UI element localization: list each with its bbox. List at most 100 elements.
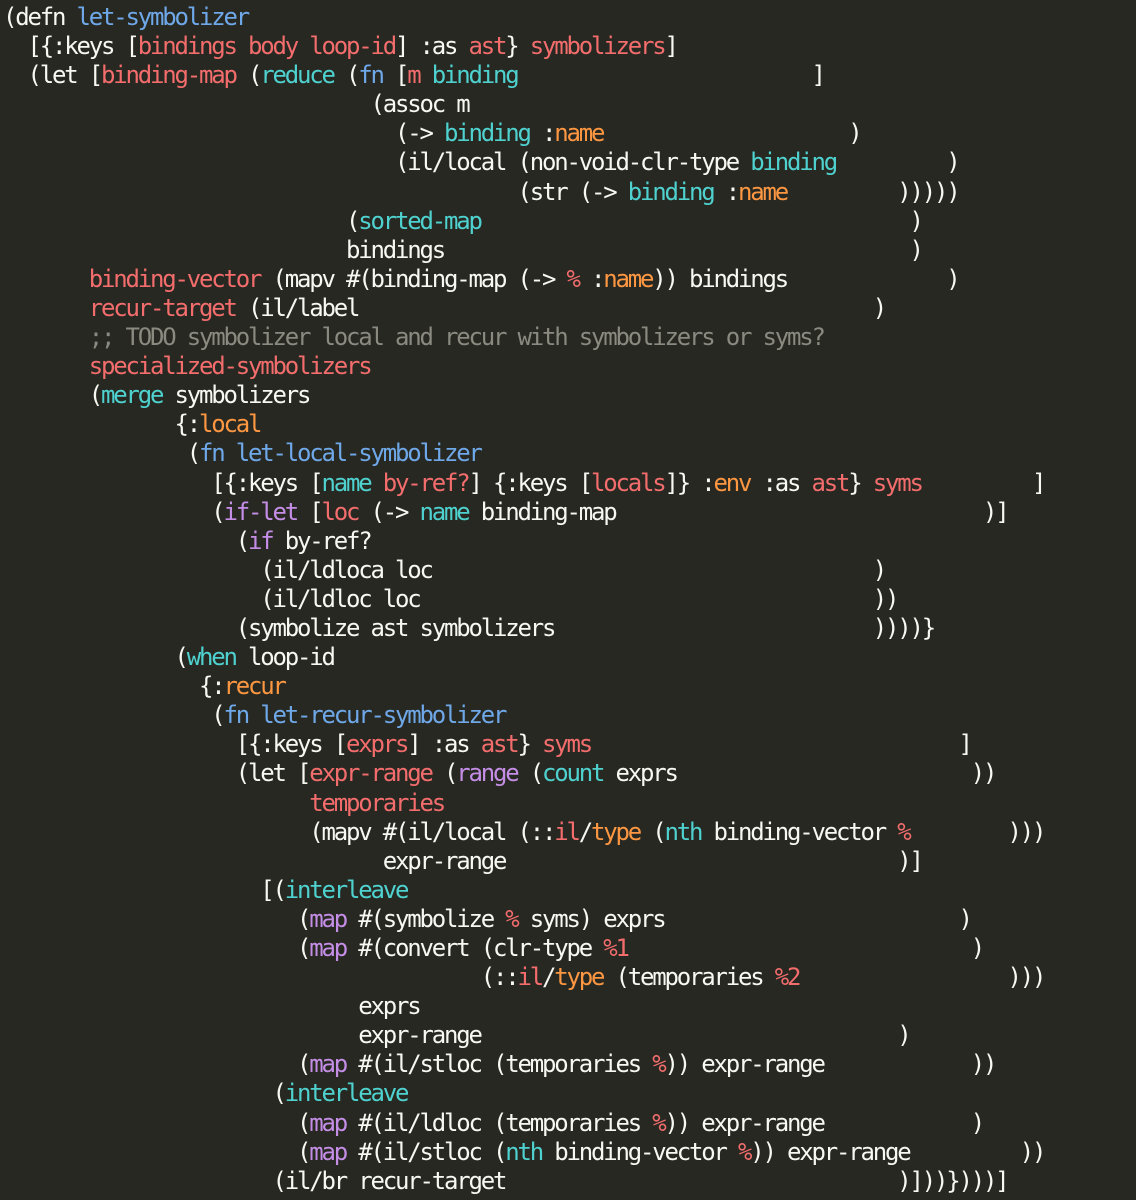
code-line[interactable]: {:local — [3, 410, 1044, 439]
code-token: syms — [872, 468, 924, 497]
code-line[interactable]: specialized-symbolizers — [3, 352, 1044, 381]
code-token: map — [309, 1050, 348, 1079]
code-token: count — [541, 759, 605, 788]
code-token: ( — [3, 701, 225, 730]
code-token: bindings body loop-id — [137, 32, 397, 61]
code-token: locals — [590, 468, 667, 497]
code-token: when — [186, 643, 238, 672]
code-token: [{:keys [ — [3, 730, 348, 759]
code-token: ( — [235, 61, 262, 90]
code-line[interactable]: (il/ldloca loc ) — [3, 556, 1044, 585]
code-token: } — [505, 32, 530, 61]
code-line[interactable]: (str (-> binding :name ))))) — [3, 178, 1044, 207]
code-token: ] :as — [394, 32, 469, 61]
code-line[interactable]: [{:keys [name by-ref?] {:keys [locals]} … — [3, 468, 1046, 498]
code-line[interactable]: exprs — [3, 992, 1044, 1021]
code-line[interactable]: bindings ) — [3, 236, 1044, 265]
code-token: (il/ldloca loc ) — [3, 555, 887, 584]
code-token: % — [897, 817, 911, 846]
code-content[interactable]: (defn let-symbolizer [{:keys [bindings b… — [3, 3, 1047, 1196]
code-line[interactable]: binding-vector (mapv #(binding-map (-> %… — [3, 265, 1044, 294]
code-line[interactable]: temporaries — [3, 789, 1044, 818]
code-token: % — [652, 1108, 666, 1137]
code-line[interactable]: expr-range )] — [3, 847, 1044, 876]
code-line[interactable]: (interleave — [3, 1079, 1044, 1108]
code-line[interactable]: [(interleave — [3, 876, 1044, 905]
code-line[interactable]: (il/ldloc loc )) — [3, 585, 1044, 614]
code-line[interactable]: (sorted-map ) — [3, 207, 1044, 236]
code-line[interactable]: (map #(il/ldloc (temporaries %)) expr-ra… — [3, 1109, 1044, 1138]
code-token: #(il/stloc ( — [345, 1137, 507, 1166]
code-line[interactable]: [{:keys [exprs] :as ast} syms ] — [3, 730, 1044, 759]
code-token: expr-range )] — [3, 846, 924, 875]
code-line[interactable]: (map #(il/stloc (temporaries %)) expr-ra… — [3, 1050, 1044, 1079]
code-line[interactable]: (map #(symbolize % syms) exprs ) — [3, 905, 1044, 934]
code-token: (il/br recur-target )]))})))] — [3, 1166, 1009, 1195]
code-token: nth — [664, 817, 703, 846]
code-token: type — [590, 817, 642, 846]
code-token: ) — [627, 934, 985, 962]
code-line[interactable]: (-> binding :name ) — [3, 119, 1044, 148]
code-token: expr-range — [309, 759, 434, 788]
code-line[interactable]: (merge symbolizers — [3, 381, 1044, 410]
code-token: (:: — [3, 963, 520, 992]
code-token: ( — [3, 1137, 311, 1166]
code-line[interactable]: recur-target (il/label ) — [3, 294, 1044, 323]
code-line[interactable]: (when loop-id — [3, 643, 1044, 672]
code-editor[interactable]: (defn let-symbolizer [{:keys [bindings b… — [0, 0, 1136, 1200]
code-line[interactable]: (il/br recur-target )]))})))] — [3, 1167, 1044, 1196]
code-line[interactable]: (if by-ref? — [3, 527, 1044, 556]
code-token: let-local-symbolizer — [235, 439, 483, 468]
code-token: )) expr-range )) — [750, 1137, 1046, 1166]
code-token: binding — [443, 119, 532, 148]
code-line[interactable]: [{:keys [bindings body loop-id] :as ast}… — [3, 32, 1044, 61]
code-token: ast — [468, 32, 507, 61]
code-token: ( — [3, 1079, 286, 1108]
code-token: ))) — [799, 963, 1046, 992]
code-token: local — [199, 410, 262, 439]
code-token: : — [529, 119, 556, 148]
code-line[interactable]: (fn let-recur-symbolizer — [3, 701, 1044, 730]
code-token: (-> — [358, 497, 420, 526]
code-line[interactable]: (assoc m — [3, 90, 1044, 119]
code-token: ( — [333, 61, 360, 90]
code-token: m — [407, 61, 421, 90]
code-line[interactable]: (mapv #(il/local (::il/type (nth binding… — [3, 817, 1046, 847]
code-line[interactable]: expr-range ) — [3, 1021, 1044, 1050]
code-token: by-ref? — [382, 468, 471, 497]
code-line[interactable]: (::il/type (temporaries %2 ))) — [3, 963, 1047, 992]
code-token: ( — [3, 381, 103, 410]
code-token: exprs — [3, 992, 421, 1021]
code-token: loc — [321, 497, 361, 526]
code-line[interactable]: ;; TODO symbolizer local and recur with … — [3, 323, 1044, 352]
code-token: binding — [750, 148, 838, 177]
code-token: % — [566, 264, 580, 293]
code-token: type — [554, 963, 605, 992]
code-line[interactable]: (defn let-symbolizer — [3, 3, 1044, 32]
code-token: exprs )) — [603, 759, 997, 788]
code-line[interactable]: (let [binding-map (reduce (fn [m binding… — [3, 61, 1044, 90]
code-token: syms — [541, 730, 593, 759]
code-token: (assoc m — [3, 90, 470, 119]
code-token: recur — [223, 672, 287, 701]
code-token: map — [309, 904, 348, 933]
code-line[interactable]: (let [expr-range (range (count exprs )) — [3, 759, 1044, 788]
code-line[interactable]: (fn let-local-symbolizer — [3, 439, 1044, 468]
code-token: map — [309, 934, 348, 962]
code-line[interactable]: (il/local (non-void-clr-type binding ) — [3, 148, 1044, 177]
code-line[interactable]: (map #(il/stloc (nth binding-vector %)) … — [3, 1137, 1046, 1167]
code-token: (let [ — [3, 61, 103, 90]
code-line[interactable]: (symbolize ast symbolizers ))))} — [3, 614, 1044, 643]
code-line[interactable]: (if-let [loc (-> name binding-map )] — [3, 498, 1044, 527]
code-token: binding-map )] — [468, 497, 1010, 526]
code-line[interactable]: {:recur — [3, 672, 1044, 701]
code-token: (-> — [3, 119, 444, 148]
code-token: fn — [223, 701, 251, 730]
code-token: #(il/stloc (temporaries — [345, 1050, 653, 1079]
code-line[interactable]: (map #(convert (clr-type %1 ) — [3, 934, 1044, 963]
code-token: (symbolize ast symbolizers ))))} — [3, 613, 936, 642]
code-token: ] — [664, 32, 678, 61]
code-token: bindings ) — [3, 235, 924, 264]
code-token: specialized-symbolizers — [88, 352, 373, 381]
